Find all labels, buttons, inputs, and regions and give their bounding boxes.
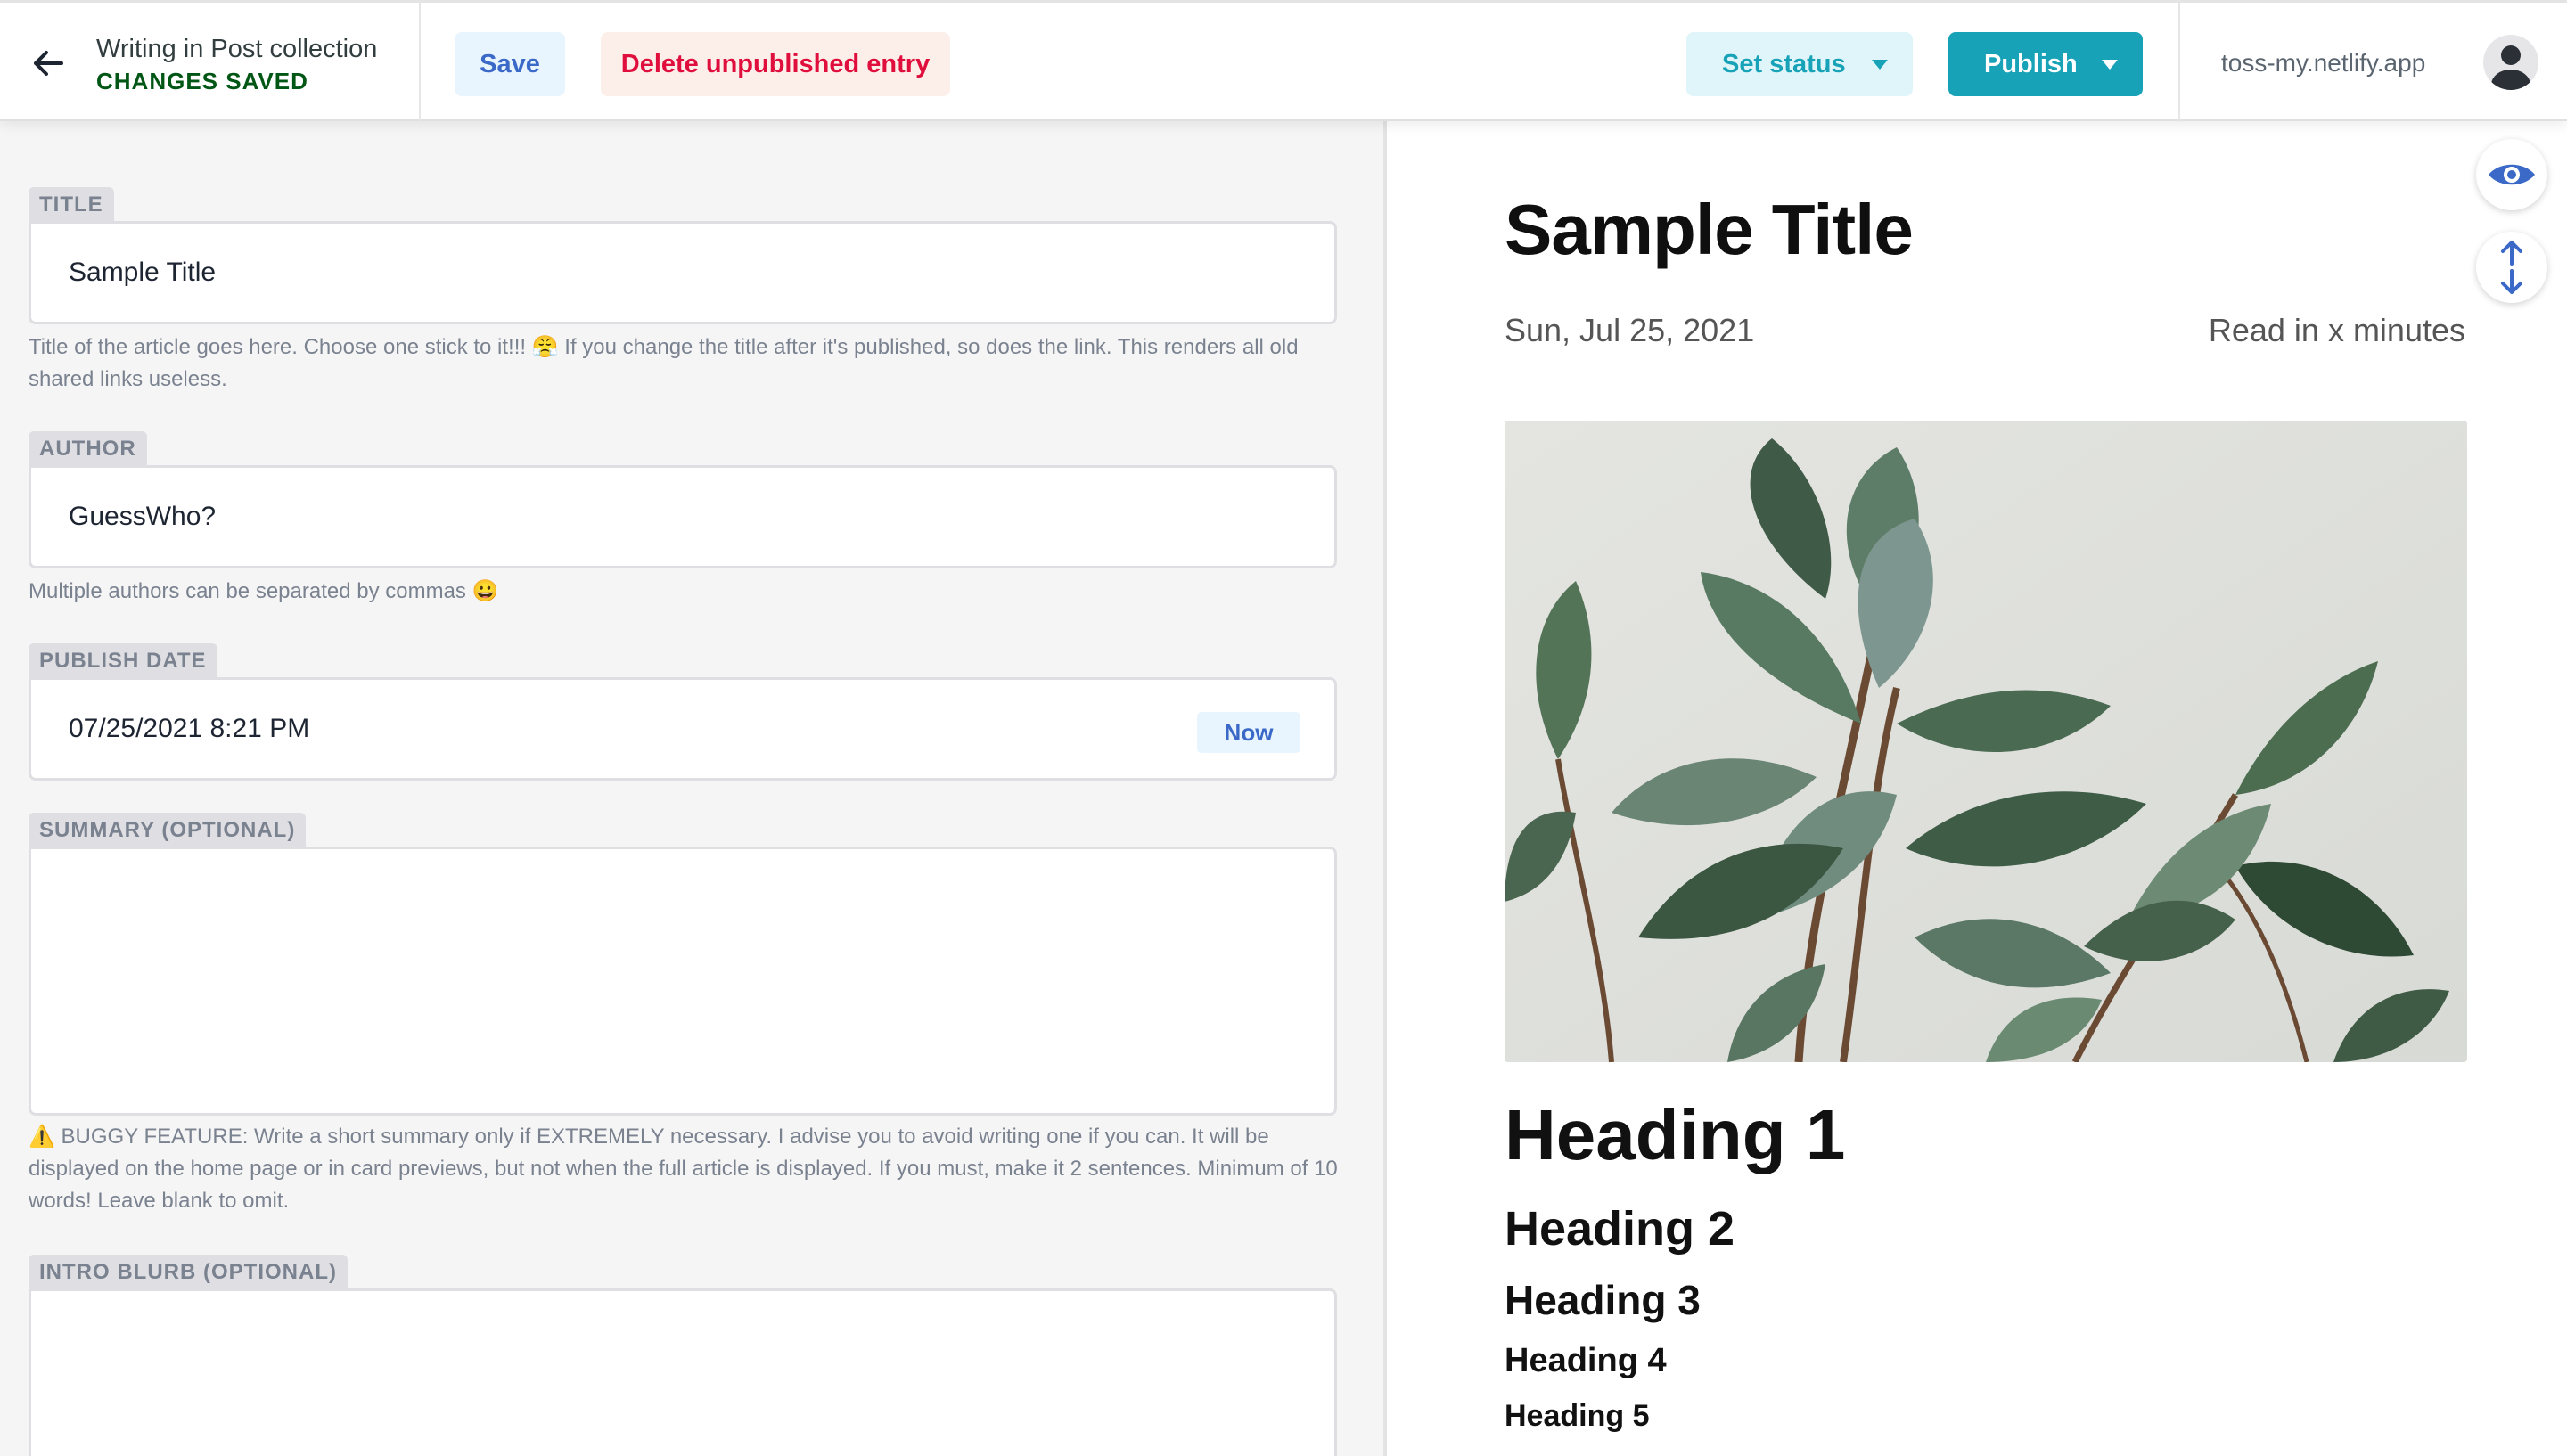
preview-heading-4: Heading 4 <box>1505 1342 1667 1379</box>
preview-toggle-eye-icon[interactable] <box>2476 139 2547 210</box>
editor-toolbar: Writing in Post collection CHANGES SAVED… <box>0 0 2567 122</box>
collection-link[interactable]: Writing in Post collection <box>96 33 377 65</box>
author-label: AUTHOR <box>29 431 147 467</box>
author-field[interactable]: GuessWho? <box>29 465 1337 568</box>
publish-button[interactable]: Publish <box>1948 32 2143 96</box>
publish-date-label: PUBLISH DATE <box>29 643 217 679</box>
summary-label: SUMMARY (OPTIONAL) <box>29 813 307 848</box>
summary-textarea[interactable] <box>29 847 1337 1116</box>
chevron-down-icon <box>1872 60 1888 70</box>
sync-scroll-icon[interactable] <box>2476 232 2547 303</box>
site-url-link[interactable]: toss-my.netlify.app <box>2221 49 2425 78</box>
title-label: TITLE <box>29 187 114 223</box>
intro-blurb-textarea[interactable] <box>29 1288 1337 1456</box>
divider <box>419 3 421 122</box>
publish-date-value: 07/25/2021 8:21 PM <box>69 714 310 743</box>
chevron-down-icon <box>2102 60 2118 70</box>
delete-entry-button[interactable]: Delete unpublished entry <box>601 32 950 96</box>
preview-pane: Sample Title Sun, Jul 25, 2021 Read in x… <box>1387 121 2567 1456</box>
now-button[interactable]: Now <box>1197 712 1300 753</box>
preview-title: Sample Title <box>1505 190 1914 269</box>
user-avatar-icon[interactable] <box>2481 33 2540 92</box>
back-arrow-icon[interactable] <box>29 44 68 83</box>
preview-cover-image <box>1505 421 2467 1062</box>
preview-heading-2: Heading 2 <box>1505 1202 1735 1256</box>
breadcrumb: Writing in Post collection CHANGES SAVED <box>96 33 377 97</box>
editor-pane: TITLE Sample Title Title of the article … <box>0 121 1383 1456</box>
divider <box>2178 3 2180 122</box>
title-field[interactable]: Sample Title <box>29 221 1337 324</box>
publish-label: Publish <box>1984 49 2078 78</box>
save-status: CHANGES SAVED <box>96 68 308 94</box>
preview-date: Sun, Jul 25, 2021 <box>1505 312 1755 348</box>
summary-hint: ⚠️ BUGGY FEATURE: Write a short summary … <box>29 1125 1338 1213</box>
preview-heading-5: Heading 5 <box>1505 1399 1650 1433</box>
intro-blurb-label: INTRO BLURB (OPTIONAL) <box>29 1255 348 1290</box>
title-hint: Title of the article goes here. Choose o… <box>29 335 1299 391</box>
preview-heading-3: Heading 3 <box>1505 1277 1701 1323</box>
save-button[interactable]: Save <box>455 32 565 96</box>
preview-heading-1: Heading 1 <box>1505 1095 1846 1174</box>
preview-read-time: Read in x minutes <box>2208 312 2465 348</box>
set-status-label: Set status <box>1722 49 1846 78</box>
publish-date-field[interactable]: 07/25/2021 8:21 PM Now <box>29 677 1337 781</box>
set-status-button[interactable]: Set status <box>1686 32 1913 96</box>
title-value: Sample Title <box>69 258 217 287</box>
author-value: GuessWho? <box>69 502 217 531</box>
author-hint: Multiple authors can be separated by com… <box>29 579 499 603</box>
